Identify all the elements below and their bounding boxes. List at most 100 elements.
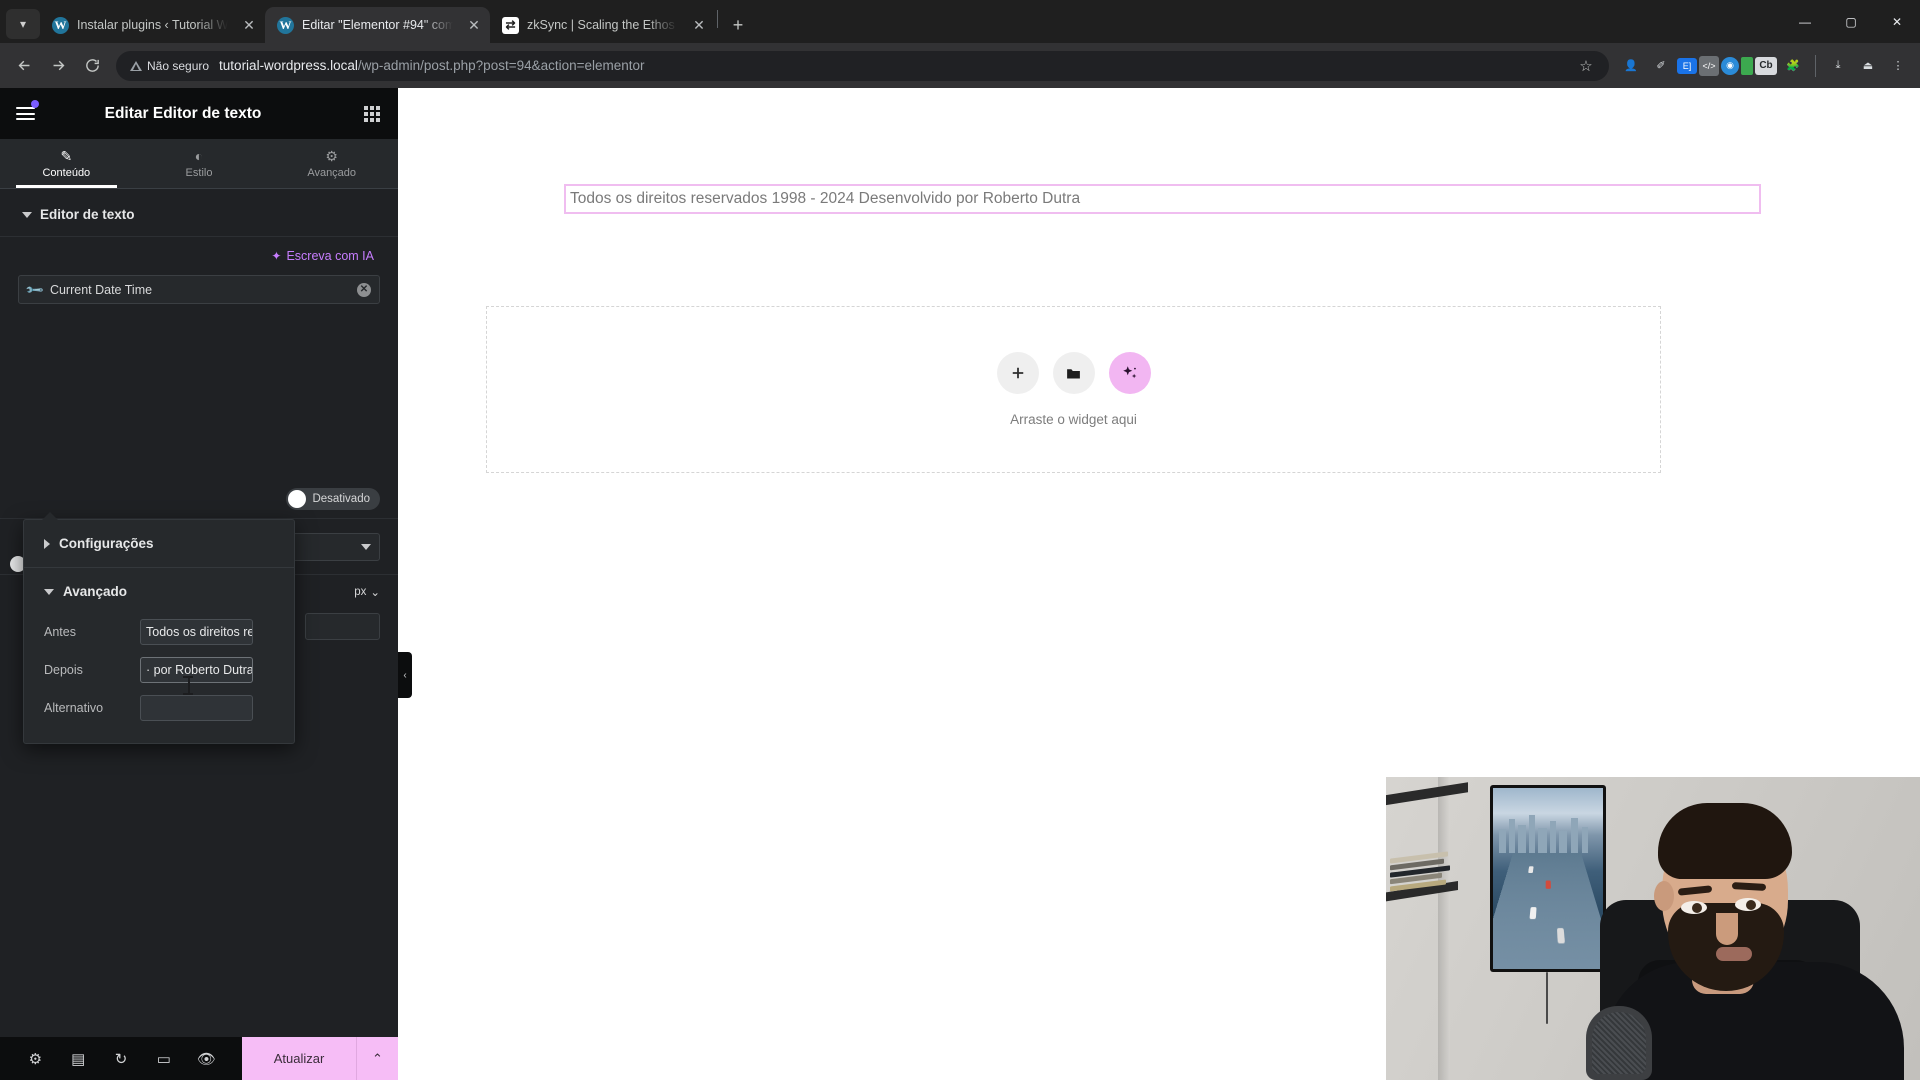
person-mouth — [1716, 947, 1752, 961]
browser-chrome: ▾ W Instalar plugins ‹ Tutorial Wor ✕ W … — [0, 0, 1920, 88]
tab-avancado[interactable]: ⚙ Avançado — [265, 139, 398, 188]
preview-icon[interactable]: 👁 — [193, 1045, 221, 1073]
close-icon[interactable]: ✕ — [239, 15, 259, 35]
popover-section-label: Configurações — [59, 536, 154, 551]
tab-estilo[interactable]: ◐ Estilo — [133, 139, 266, 188]
account-icon[interactable]: ⏏ — [1854, 52, 1882, 80]
widget-drop-zone[interactable]: Arraste o widget aqui — [486, 306, 1661, 473]
close-icon[interactable]: ✕ — [689, 15, 709, 35]
code-icon[interactable]: </> — [1699, 55, 1719, 76]
caret-right-icon — [44, 538, 50, 549]
field-label: Depois — [44, 663, 83, 677]
green-shield-icon[interactable] — [1741, 56, 1753, 75]
responsive-icon[interactable]: ▭ — [150, 1045, 178, 1073]
new-tab-button[interactable]: + — [724, 11, 752, 39]
dynamic-tag-popover: Configurações Avançado Antes Todos os di… — [23, 512, 295, 744]
browser-tab-3[interactable]: ⇄ zkSync | Scaling the Ethos and ✕ — [490, 7, 715, 43]
wall-corner — [1438, 777, 1450, 1080]
wordpress-icon: W — [277, 16, 294, 34]
update-button[interactable]: Atualizar — [242, 1037, 356, 1080]
escreva-com-ia-button[interactable]: ✦ Escreva com IA — [271, 249, 374, 263]
notification-badge — [31, 100, 39, 108]
maximize-button[interactable]: ▢ — [1828, 0, 1874, 43]
star-icon[interactable]: ☆ — [1573, 53, 1599, 79]
zksync-icon: ⇄ — [502, 16, 519, 34]
panel-collapse-handle[interactable]: ‹ — [398, 652, 412, 698]
clear-tag-icon[interactable]: ✕ — [357, 282, 371, 297]
minimize-button[interactable]: — — [1782, 0, 1828, 43]
antes-input[interactable]: Todos os direitos re — [140, 619, 253, 645]
colorzilla-icon[interactable]: ◉ — [1721, 56, 1739, 75]
caret-down-icon — [44, 588, 54, 595]
ai-link-label: Escreva com IA — [286, 249, 374, 263]
microphone — [1586, 1006, 1652, 1080]
alternativo-input[interactable] — [140, 695, 253, 721]
numeric-input[interactable] — [305, 612, 380, 640]
toggle-knob — [288, 489, 307, 508]
antes-input-value: Todos os direitos re — [146, 625, 253, 639]
field-depois: Depois · por Roberto Dutra — [24, 651, 294, 689]
warning-triangle-icon — [130, 60, 142, 71]
back-arrow-icon[interactable] — [8, 50, 40, 82]
field-label: Alternativo — [44, 701, 104, 715]
pencil-icon: ✎ — [60, 147, 73, 164]
elementor-canvas: Todos os direitos reservados 1998 - 2024… — [398, 88, 1920, 1080]
drop-zone-buttons — [996, 352, 1151, 394]
download-icon[interactable]: ⤓ — [1824, 52, 1852, 80]
field-antes: Antes Todos os direitos re — [24, 613, 294, 651]
reload-icon[interactable] — [76, 50, 108, 82]
address-bar[interactable]: Não seguro tutorial-wordpress.local/wp-a… — [116, 50, 1609, 81]
dynamic-tag-field[interactable]: 🔧 Current Date Time ✕ — [18, 275, 380, 304]
tab-label: Conteúdo — [42, 166, 91, 179]
field-label: Antes — [44, 625, 76, 639]
page-title: Editar Editor de texto — [104, 104, 262, 122]
toggle-switch[interactable]: Desativado — [286, 487, 380, 510]
dropdown-select[interactable] — [292, 532, 380, 561]
profile-icon[interactable]: 👤 — [1617, 52, 1645, 80]
eyedropper-icon[interactable]: ✐ — [1647, 52, 1675, 80]
dynamic-tag-name: Current Date Time — [49, 282, 153, 297]
popover-section-configuracoes[interactable]: Configurações — [24, 520, 294, 568]
browser-tab-1[interactable]: W Instalar plugins ‹ Tutorial Wor ✕ — [40, 7, 265, 43]
layers-icon[interactable]: ▤ — [64, 1045, 92, 1073]
contrast-icon: ◐ — [194, 147, 204, 164]
gear-icon: ⚙ — [325, 147, 338, 164]
forward-arrow-icon[interactable] — [42, 50, 74, 82]
toggle-row: Desativado — [0, 479, 398, 519]
gear-icon[interactable]: ⚙ — [21, 1045, 49, 1073]
cb-icon[interactable]: Cb — [1755, 56, 1777, 75]
plus-icon[interactable] — [996, 352, 1039, 394]
menu-icon[interactable]: ⋮ — [1884, 52, 1912, 80]
panel-tabs: ✎ Conteúdo ◐ Estilo ⚙ Avançado — [0, 139, 398, 189]
tab-title: Instalar plugins ‹ Tutorial Wor — [77, 18, 231, 32]
popover-section-label: Avançado — [63, 584, 128, 599]
close-icon[interactable]: ✕ — [464, 15, 484, 35]
puzzle-icon[interactable]: 🧩 — [1779, 52, 1807, 80]
popover-section-avancado[interactable]: Avançado — [24, 568, 294, 605]
close-window-button[interactable]: ✕ — [1874, 0, 1920, 43]
folder-icon[interactable] — [1052, 352, 1095, 394]
grid-apps-icon[interactable] — [346, 88, 398, 139]
url-text: tutorial-wordpress.local/wp-admin/post.p… — [219, 58, 1573, 73]
tab-search-button[interactable]: ▾ — [6, 9, 40, 39]
update-options-caret-icon[interactable]: ⌃ — [356, 1037, 398, 1080]
section-editor-de-texto[interactable]: Editor de texto — [0, 189, 398, 237]
tab-divider — [717, 9, 718, 28]
translate-icon[interactable]: E] — [1677, 57, 1697, 74]
text-editor-widget[interactable]: Todos os direitos reservados 1998 - 2024… — [564, 184, 1761, 214]
tab-conteudo[interactable]: ✎ Conteúdo — [0, 139, 133, 188]
tv-screen — [1493, 788, 1603, 969]
window-controls: — ▢ ✕ — [1782, 0, 1920, 43]
browser-tab-2[interactable]: W Editar "Elementor #94" com o ✕ — [265, 7, 490, 43]
depois-input[interactable]: · por Roberto Dutra — [140, 657, 253, 683]
tab-title: zkSync | Scaling the Ethos and — [527, 18, 681, 32]
section-title: Editor de texto — [40, 207, 135, 222]
history-icon[interactable]: ↻ — [107, 1045, 135, 1073]
hamburger-icon[interactable] — [0, 88, 50, 139]
tab-title: Editar "Elementor #94" com o — [302, 18, 456, 32]
ai-sparkle-icon[interactable] — [1108, 352, 1151, 394]
toolbar-divider — [1815, 54, 1816, 77]
unit-selector[interactable]: px ⌄ — [354, 585, 380, 599]
security-status[interactable]: Não seguro — [130, 59, 219, 73]
person-eye — [1681, 901, 1707, 914]
